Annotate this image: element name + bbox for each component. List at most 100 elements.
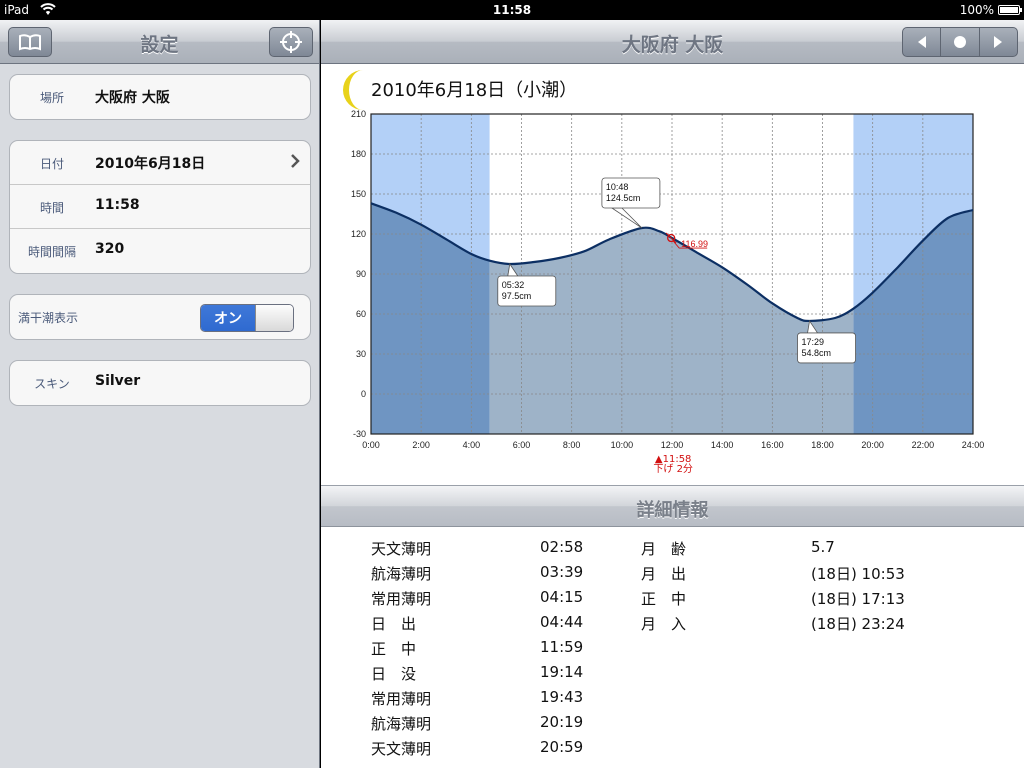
battery-percent: 100% <box>959 3 994 17</box>
detail-event-name: 日 出 <box>371 615 417 633</box>
toggle-knob <box>255 305 293 331</box>
detail-moon-name: 月 入 <box>641 615 687 633</box>
callout-time: 05:32 <box>502 280 525 290</box>
detail-moon-name: 月 齢 <box>641 540 687 558</box>
y-tick-label: 180 <box>351 149 366 159</box>
detail-moon-value: (18日) 10:53 <box>811 565 905 583</box>
callout-height: 97.5cm <box>502 291 532 301</box>
main-navbar: 大阪府 大阪 <box>321 20 1024 64</box>
x-tick-label: 2:00 <box>412 440 430 450</box>
time-row[interactable]: 時間 11:58 <box>10 185 310 229</box>
moon-phase-icon <box>343 70 363 110</box>
sidebar-navbar: 設定 <box>0 20 319 64</box>
details-header: 詳細情報 <box>321 485 1024 527</box>
detail-moon-value: 5.7 <box>811 538 835 556</box>
tide-display-row: 満干潮表示 オン <box>10 295 310 339</box>
detail-event-time: 04:15 <box>540 588 584 606</box>
detail-event-time: 11:59 <box>540 638 584 656</box>
y-tick-label: -30 <box>353 429 366 439</box>
time-label: 時間 <box>39 201 64 215</box>
detail-event-name: 天文薄明 <box>371 740 432 758</box>
detail-event-time: 03:39 <box>540 563 584 581</box>
x-tick-label: 12:00 <box>661 440 684 450</box>
detail-event-name: 日 没 <box>371 665 417 683</box>
settings-sidebar: 設定 場所 大阪府 大阪 日付 2010年6月18日 時間 11:58 時間間隔… <box>0 20 320 768</box>
tide-display-toggle[interactable]: オン <box>200 304 294 332</box>
x-tick-label: 18:00 <box>811 440 834 450</box>
detail-event-time: 19:43 <box>540 688 584 706</box>
tide-display-label: 満干潮表示 <box>18 311 79 325</box>
time-value: 11:58 <box>95 197 140 213</box>
skin-group: スキン Silver <box>9 360 311 406</box>
detail-moon-value: (18日) 17:13 <box>811 590 905 608</box>
location-row[interactable]: 場所 大阪府 大阪 <box>10 75 310 119</box>
x-tick-label: 24:00 <box>962 440 985 450</box>
locate-button[interactable] <box>269 27 313 57</box>
current-level-value: 116.99 <box>681 239 708 249</box>
skin-row[interactable]: スキン Silver <box>10 361 310 405</box>
y-tick-label: 60 <box>356 309 366 319</box>
x-tick-label: 20:00 <box>861 440 884 450</box>
location-label: 場所 <box>39 91 64 105</box>
callout-height: 124.5cm <box>606 193 641 203</box>
toggle-on-label: オン <box>201 305 255 331</box>
status-time: 11:58 <box>492 3 532 17</box>
x-tick-label: 22:00 <box>912 440 935 450</box>
current-trend-label: 下げ 2分 <box>653 463 693 475</box>
tide-display-group: 満干潮表示 オン <box>9 294 311 340</box>
details-title: 詳細情報 <box>636 500 709 521</box>
detail-event-name: 常用薄明 <box>371 690 432 708</box>
y-tick-label: 90 <box>356 269 366 279</box>
detail-event-name: 航海薄明 <box>371 715 432 733</box>
date-value: 2010年6月18日 <box>95 156 206 172</box>
detail-event-time: 20:59 <box>540 738 584 756</box>
triangle-right-icon <box>994 36 1003 48</box>
x-tick-label: 14:00 <box>711 440 734 450</box>
x-tick-label: 16:00 <box>761 440 784 450</box>
battery-icon <box>998 5 1022 15</box>
x-tick-label: 6:00 <box>513 440 531 450</box>
x-tick-label: 8:00 <box>563 440 581 450</box>
callout-height: 54.8cm <box>802 348 832 358</box>
date-row[interactable]: 日付 2010年6月18日 <box>10 141 310 185</box>
previous-day-button[interactable] <box>903 28 942 56</box>
tide-chart: 210 180 150 120 90 60 30 0 -300:00 2:00 4:00 6:00 8:… <box>351 109 985 475</box>
detail-event-name: 航海薄明 <box>371 565 432 583</box>
dot-icon <box>953 36 966 48</box>
skin-value: Silver <box>95 373 141 389</box>
interval-row[interactable]: 時間間隔 320 <box>10 229 310 273</box>
location-value: 大阪府 大阪 <box>95 90 170 106</box>
detail-event-name: 天文薄明 <box>371 540 432 558</box>
triangle-left-icon <box>917 36 926 48</box>
y-tick-label: 30 <box>356 349 366 359</box>
interval-value: 320 <box>95 241 125 257</box>
detail-event-time: 19:14 <box>540 663 584 681</box>
main-pane: 大阪府 大阪 2010年6月18日（小潮） 210 180 150 120 90 60 30… <box>321 20 1024 768</box>
chevron-right-icon <box>291 154 300 168</box>
detail-event-name: 正 中 <box>371 640 417 658</box>
datetime-group: 日付 2010年6月18日 時間 11:58 時間間隔 320 <box>9 140 311 274</box>
detail-moon-name: 月 出 <box>641 565 687 583</box>
x-tick-label: 10:00 <box>611 440 634 450</box>
y-tick-label: 0 <box>361 389 366 399</box>
callout-time: 10:48 <box>606 182 629 192</box>
today-button[interactable] <box>941 28 980 56</box>
detail-event-time: 20:19 <box>540 713 584 731</box>
next-day-button[interactable] <box>980 28 1017 56</box>
detail-event-time: 04:44 <box>540 613 584 631</box>
detail-event-name: 常用薄明 <box>371 590 432 608</box>
y-tick-label: 210 <box>351 109 366 119</box>
crosshair-icon <box>280 31 302 53</box>
date-label: 日付 <box>39 157 64 171</box>
status-bar: iPad 11:58 100% <box>0 0 1024 20</box>
detail-moon-value: (18日) 23:24 <box>811 615 905 633</box>
detail-moon-name: 正 中 <box>641 590 687 608</box>
x-tick-label: 4:00 <box>463 440 481 450</box>
x-tick-label: 0:00 <box>362 440 380 450</box>
day-navigation <box>902 27 1018 57</box>
callout-time: 17:29 <box>802 337 825 347</box>
y-tick-label: 150 <box>351 189 366 199</box>
detail-event-time: 02:58 <box>540 538 584 556</box>
location-group: 場所 大阪府 大阪 <box>9 74 311 120</box>
skin-label: スキン <box>34 377 70 391</box>
